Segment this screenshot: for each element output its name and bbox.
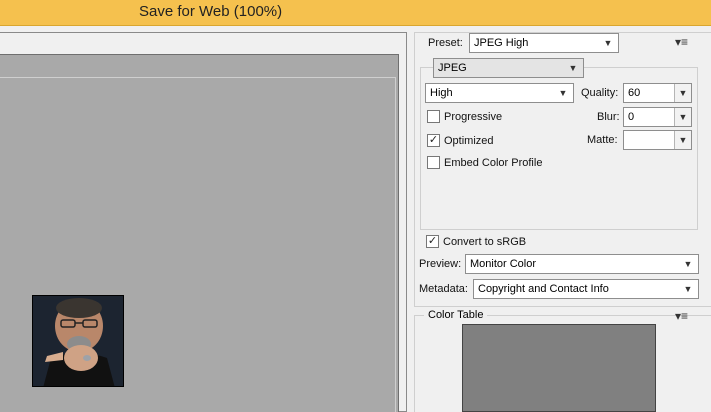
quality-value[interactable]: 60 [628, 87, 640, 99]
blur-label: Blur: [597, 111, 620, 123]
matte-label: Matte: [587, 134, 618, 146]
progressive-label: Progressive [444, 111, 503, 123]
optimized-label: Optimized [444, 135, 494, 147]
convert-srgb-label: Convert to sRGB [443, 236, 527, 248]
preview-label: Preview: [419, 258, 462, 270]
preview-select[interactable]: Monitor Color ▼ [465, 254, 699, 274]
quality-preset-value: High [430, 87, 453, 99]
blur-field[interactable]: 0 ▼ [623, 107, 692, 127]
chevron-down-icon: ▼ [568, 63, 578, 73]
metadata-select[interactable]: Copyright and Contact Info ▼ [473, 279, 699, 299]
window-title: Save for Web (100%) [139, 3, 283, 20]
matte-dropdown-icon[interactable]: ▼ [674, 131, 691, 149]
format-select[interactable]: JPEG ▼ [433, 58, 584, 78]
panel-menu-icon[interactable]: ▾≡ [675, 35, 688, 49]
embed-profile-label: Embed Color Profile [444, 157, 543, 169]
portrait-image [33, 296, 123, 386]
metadata-value: Copyright and Contact Info [478, 283, 609, 295]
preset-select[interactable]: JPEG High ▼ [469, 33, 619, 53]
metadata-label: Metadata: [419, 283, 468, 295]
preset-label: Preset: [428, 37, 463, 49]
quality-field[interactable]: 60 ▼ [623, 83, 692, 103]
preview-image [32, 295, 124, 387]
preview-value: Monitor Color [470, 258, 537, 270]
matte-field[interactable]: ▼ [623, 130, 692, 150]
optimized-checkbox[interactable]: ✓ [427, 134, 440, 147]
quality-dropdown-icon[interactable]: ▼ [674, 84, 691, 102]
blur-value[interactable]: 0 [628, 111, 634, 123]
chevron-down-icon: ▼ [558, 88, 568, 98]
chevron-down-icon: ▼ [683, 284, 693, 294]
quality-preset-select[interactable]: High ▼ [425, 83, 574, 103]
embed-profile-checkbox[interactable] [427, 156, 440, 169]
chevron-down-icon: ▼ [603, 38, 613, 48]
quality-label: Quality: [581, 87, 619, 99]
format-value: JPEG [438, 62, 467, 74]
title-bar: Save for Web (100%) [0, 0, 711, 26]
color-table-swatch [462, 324, 656, 412]
chevron-down-icon: ▼ [683, 259, 693, 269]
blur-dropdown-icon[interactable]: ▼ [674, 108, 691, 126]
convert-srgb-checkbox[interactable]: ✓ [426, 235, 439, 248]
progressive-checkbox[interactable] [427, 110, 440, 123]
panel-menu-icon[interactable]: ▾≡ [675, 309, 688, 323]
preset-value: JPEG High [474, 37, 529, 49]
color-table-title: Color Table [424, 309, 488, 321]
